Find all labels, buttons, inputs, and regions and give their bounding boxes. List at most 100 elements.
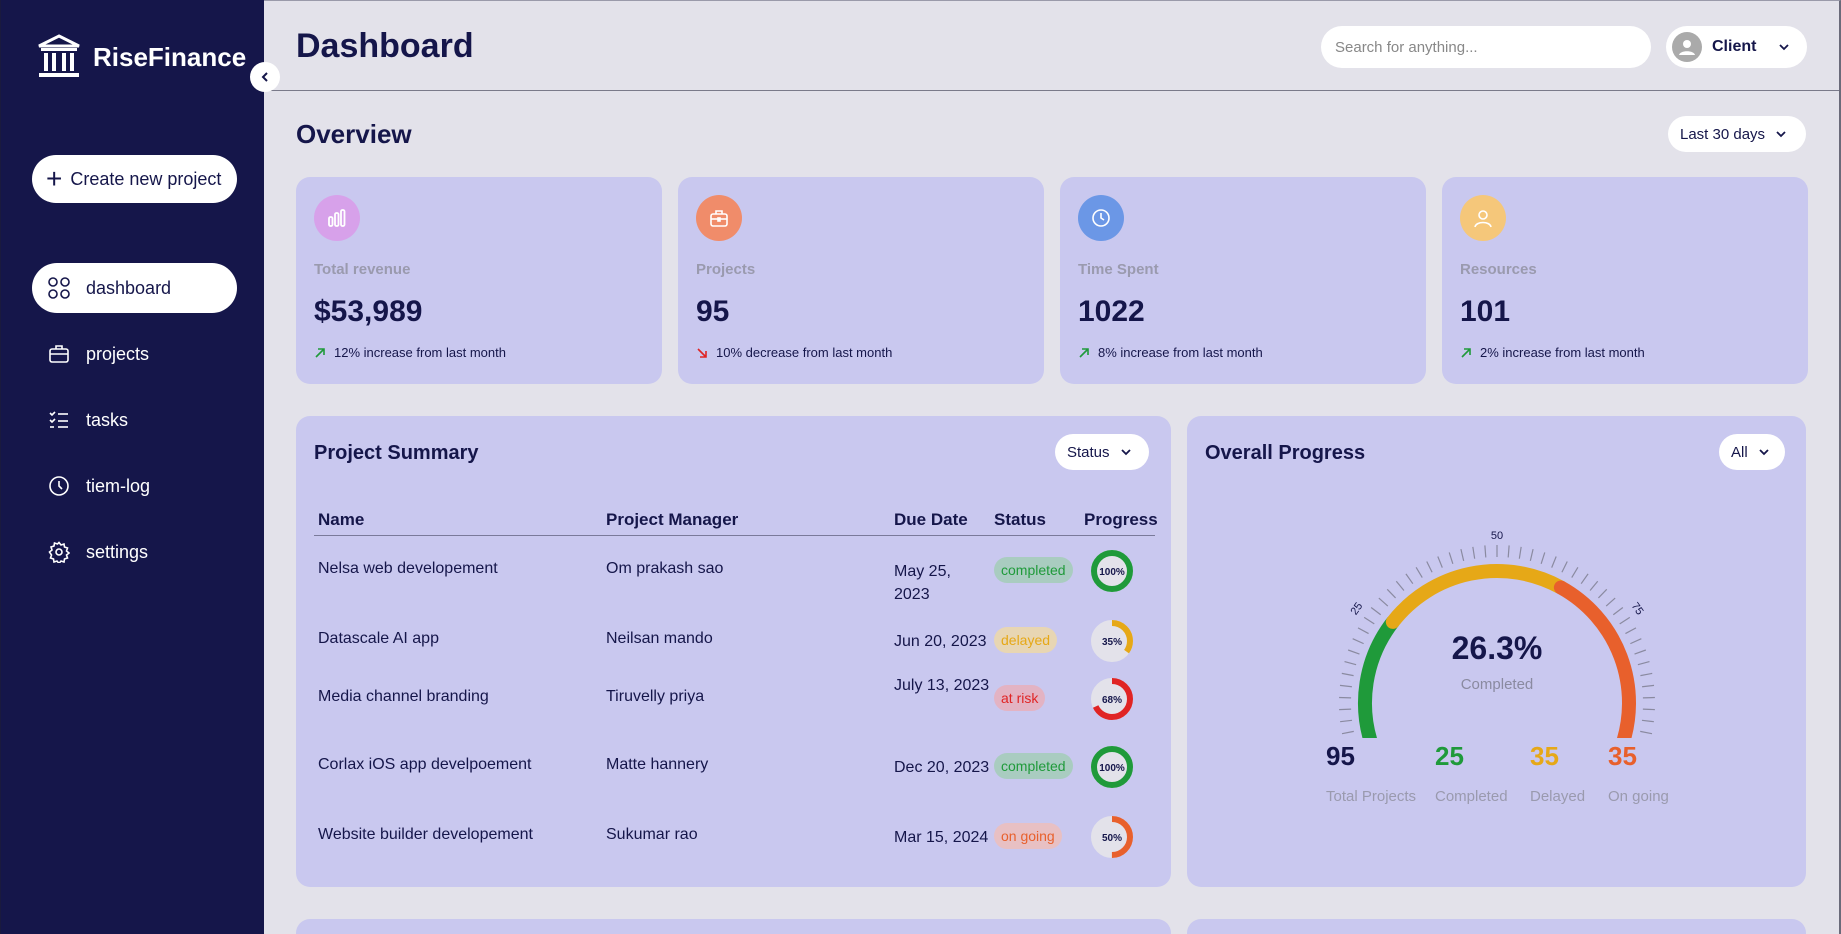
gauge-tick [1640, 730, 1653, 735]
on-going-label: On going [1608, 788, 1669, 805]
sidebar: RiseFinance + Create new project dashboa… [1, 0, 264, 934]
project-manager: Matte hannery [606, 756, 709, 773]
project-manager: Tiruvelly priya [606, 688, 705, 705]
gauge-tick [1363, 616, 1375, 625]
stat-change: 2% increase from last month [1460, 345, 1645, 360]
search-input[interactable] [1321, 26, 1651, 68]
table-row[interactable]: Media channel branding Tiruvelly priya Jul… [314, 674, 1155, 724]
gauge-tick [1370, 606, 1382, 616]
gauge-tick [1640, 672, 1653, 677]
plus-icon: + [46, 163, 63, 194]
top-bar: Dashboard Client [264, 1, 1839, 91]
gauge-tick [1580, 573, 1589, 585]
gauge-tick [1641, 719, 1654, 723]
gauge-tick [1344, 660, 1357, 666]
table-row[interactable]: Website builder developement Sukumar rao M… [314, 812, 1155, 862]
project-manager: Om prakash sao [606, 560, 724, 577]
date-range-value: Last 30 days [1680, 125, 1766, 143]
gear-icon [48, 541, 70, 563]
status-badge: delayed [994, 627, 1058, 653]
table-header: Name Project Manager Due Date Status Pro… [314, 504, 1158, 536]
overview-title: Overview [296, 119, 412, 149]
progress-ring: 35% [1091, 620, 1133, 662]
app-name: RiseFinance [93, 41, 247, 72]
sidebar-item-time-log[interactable]: tiem-log [32, 461, 237, 511]
column-header[interactable]: Due Date [894, 510, 968, 530]
stat-change-text: 8% increase from last month [1098, 345, 1263, 360]
stat-change-text: 10% decrease from last month [716, 345, 893, 360]
gauge-tick [1357, 627, 1369, 635]
stat-value: $53,989 [314, 295, 423, 328]
status-filter-select[interactable]: Status [1055, 434, 1149, 470]
gauge-tick [1605, 597, 1616, 607]
project-name: Nelsa web developement [318, 560, 498, 577]
date-range-select[interactable]: Last 30 days [1668, 116, 1806, 152]
gauge-tick-label: 75 [1629, 600, 1646, 617]
column-header[interactable]: Status [994, 510, 1046, 530]
app-logo[interactable]: RiseFinance [37, 34, 246, 80]
gauge-completed-arc [1358, 614, 1400, 738]
avatar [1672, 32, 1702, 62]
completed-value: 25 [1435, 741, 1464, 771]
gauge-tick [1625, 627, 1637, 635]
status-badge: completed [994, 557, 1073, 583]
sidebar-item-tasks[interactable]: tasks [32, 395, 237, 445]
column-header[interactable]: Progress [1084, 510, 1158, 530]
gauge-percent: 26.3% [1451, 630, 1543, 666]
sidebar-item-dashboard[interactable]: dashboard [32, 263, 237, 313]
clock-icon [49, 476, 69, 496]
gauge-tick [1642, 684, 1655, 688]
bar-chart-icon [314, 195, 360, 241]
table-row[interactable]: Corlax iOS app develpoement Matte hannery… [314, 742, 1155, 792]
stat-value: 1022 [1078, 295, 1145, 328]
trend-up-icon [1461, 347, 1471, 358]
progress-ring-label: 68% [1102, 695, 1122, 706]
gauge-tick [1339, 708, 1352, 711]
project-summary-title: Project Summary [314, 442, 479, 464]
status-badge: completed [994, 753, 1073, 779]
status-filter-value: Status [1067, 443, 1110, 461]
chevron-left-icon [261, 72, 268, 82]
page-title: Dashboard [296, 27, 474, 65]
due-date: Mar 15, 2024 [894, 829, 989, 846]
create-project-label: Create new project [70, 168, 222, 189]
gauge-tick [1378, 597, 1389, 607]
sidebar-item-label: settings [86, 541, 149, 562]
total-projects-label: Total Projects [1326, 788, 1417, 805]
grid-icon [48, 277, 70, 299]
sidebar-item-projects[interactable]: projects [32, 329, 237, 379]
status-badge: at risk [994, 685, 1046, 711]
due-date: Jun 20, 2023 [894, 633, 987, 650]
column-header[interactable]: Project Manager [606, 510, 738, 530]
project-name: Media channel branding [318, 688, 489, 705]
gauge-tick [1529, 549, 1534, 561]
stat-card-projects: Projects 95 10% decrease from last month [678, 177, 1044, 384]
sidebar-item-settings[interactable]: settings [32, 527, 237, 577]
table-row[interactable]: Datascale AI app Neilsan mando Jun 20, 202… [314, 616, 1155, 666]
gauge-tick [1386, 588, 1397, 599]
stat-change-text: 2% increase from last month [1480, 345, 1645, 360]
progress-ring: 68% [1091, 678, 1133, 720]
gauge-delayed-arc [1385, 564, 1568, 629]
collapse-sidebar-button[interactable] [250, 62, 280, 92]
stat-change-text: 12% increase from last month [334, 345, 506, 360]
column-header[interactable]: Name [318, 510, 364, 530]
gauge-tick [1341, 730, 1354, 735]
gauge-tick [1642, 708, 1655, 711]
bottom-left-panel [296, 919, 1171, 934]
gauge-tick [1571, 566, 1579, 578]
progress-ring: 50% [1091, 816, 1133, 858]
user-menu[interactable]: Client [1666, 26, 1807, 68]
progress-ring-label: 100% [1099, 763, 1125, 774]
gauge-tick [1612, 606, 1624, 616]
user-icon [1679, 40, 1695, 55]
table-row[interactable]: Nelsa web developement Om prakash sao May … [314, 546, 1155, 603]
bottom-right-panel [1187, 919, 1806, 934]
project-manager: Sukumar rao [606, 826, 698, 843]
delayed-value: 35 [1530, 741, 1559, 771]
chevron-down-icon [1120, 449, 1131, 456]
create-project-button[interactable]: + Create new project [32, 155, 237, 203]
overall-progress-panel: Overall Progress All 0255075100 26.3% Co… [1187, 416, 1806, 887]
completed-label: Completed [1435, 788, 1508, 805]
progress-filter-select[interactable]: All [1719, 434, 1785, 470]
